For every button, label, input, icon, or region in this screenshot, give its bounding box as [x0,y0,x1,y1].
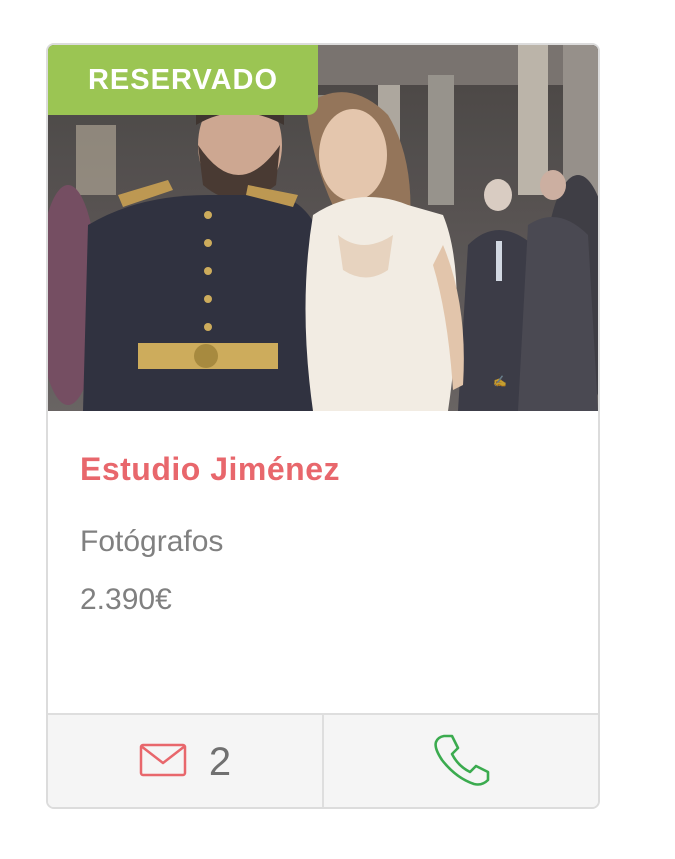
reserved-badge: RESERVADO [48,45,318,115]
message-button[interactable]: 2 [48,715,324,807]
svg-text:✍: ✍ [493,375,507,388]
vendor-info: Estudio Jiménez Fotógrafos 2.390€ [48,411,598,713]
vendor-category: Fotógrafos [80,525,224,558]
vendor-price: 2.390€ [80,583,172,616]
vendor-card[interactable]: ✍ RESERVADO Estudio Jiménez Fotógrafos 2… [46,43,600,809]
envelope-icon [139,743,187,782]
vendor-name[interactable]: Estudio Jiménez [80,451,340,488]
vendor-photo[interactable]: ✍ RESERVADO [48,45,598,411]
card-actions: 2 [48,713,598,807]
message-count: 2 [208,740,232,784]
phone-icon [432,732,490,793]
call-button[interactable] [324,715,598,807]
